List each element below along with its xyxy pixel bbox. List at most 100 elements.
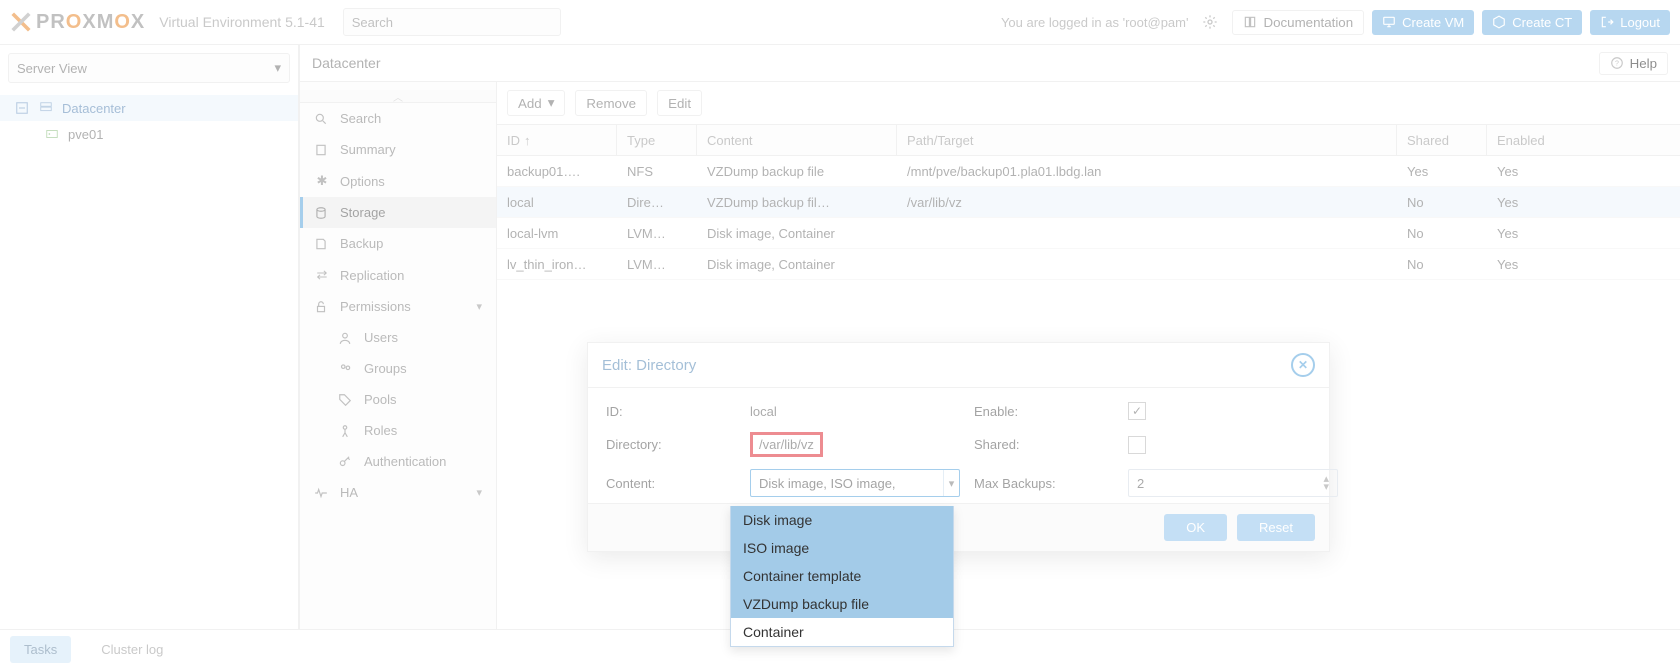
ok-button[interactable]: OK [1164,514,1227,541]
male-icon [338,424,354,438]
add-button[interactable]: Add ▾ [507,90,565,116]
help-label: Help [1630,56,1657,71]
chevron-down-icon: ▾ [548,95,555,111]
side-roles[interactable]: Roles [300,415,496,446]
col-id[interactable]: ID ↑ [497,125,617,155]
ok-label: OK [1186,520,1205,535]
side-replication[interactable]: ⇄ Replication [300,259,496,291]
side-permissions-label: Permissions [340,299,411,314]
cell-path: /var/lib/vz [897,195,1397,210]
dropdown-option[interactable]: Container template [731,562,953,590]
dialog-titlebar[interactable]: Edit: Directory ✕ [588,343,1329,388]
shared-checkbox[interactable] [1128,436,1146,454]
enable-label: Enable: [974,404,1114,419]
col-path[interactable]: Path/Target [897,125,1397,155]
table-row[interactable]: lv_thin_iron…LVM…Disk image, ContainerNo… [497,249,1680,280]
table-row[interactable]: local-lvmLVM…Disk image, ContainerNoYes [497,218,1680,249]
side-search[interactable]: Search [300,103,496,134]
table-row[interactable]: localDire…VZDump backup fil…/var/lib/vzN… [497,187,1680,218]
side-users[interactable]: Users [300,322,496,353]
col-enabled-label: Enabled [1497,133,1545,148]
top-bar: PROXMOX Virtual Environment 5.1-41 You a… [0,0,1680,45]
enable-checkbox[interactable]: ✓ [1128,402,1146,420]
side-storage[interactable]: Storage [300,197,496,228]
cell-content: VZDump backup fil… [697,195,897,210]
add-label: Add [518,96,542,111]
spinner-icon[interactable]: ▴▾ [1323,475,1329,491]
close-icon[interactable]: ✕ [1291,353,1315,377]
dropdown-option[interactable]: VZDump backup file [731,590,953,618]
table-row[interactable]: backup01….NFSVZDump backup file/mnt/pve/… [497,156,1680,187]
view-selector-label: Server View [17,61,87,76]
cell-shared: No [1397,226,1487,241]
side-replication-label: Replication [340,268,404,283]
col-content-label: Content [707,133,753,148]
chevron-down-icon[interactable]: ▾ [943,470,959,496]
edit-label: Edit [668,96,691,111]
help-button[interactable]: ? Help [1599,52,1668,75]
cell-id: backup01…. [497,164,617,179]
remove-label: Remove [586,96,636,111]
col-shared[interactable]: Shared [1397,125,1487,155]
create-vm-button[interactable]: Create VM [1372,10,1474,35]
logout-label: Logout [1620,15,1660,30]
edit-directory-dialog: Edit: Directory ✕ ID: local Enable: ✓ Di… [587,342,1330,552]
side-groups-label: Groups [364,361,407,376]
monitor-icon [1382,15,1396,29]
dropdown-option[interactable]: Disk image [731,506,953,534]
page-title: Datacenter [312,55,380,71]
logo-mark-icon [10,11,32,33]
tab-cluster-log[interactable]: Cluster log [87,636,177,663]
cell-content: Disk image, Container [697,257,897,272]
side-pools[interactable]: Pools [300,384,496,415]
maxbackups-input[interactable]: 2 ▴▾ [1128,469,1338,497]
maxbackups-label: Max Backups: [974,476,1114,491]
remove-button[interactable]: Remove [575,90,647,116]
cell-enabled: Yes [1487,164,1577,179]
content-combo[interactable]: ▾ [750,469,960,497]
logout-button[interactable]: Logout [1590,10,1670,35]
side-summary[interactable]: Summary [300,134,496,165]
documentation-button[interactable]: Documentation [1232,10,1364,35]
dialog-title: Edit: Directory [602,357,696,374]
tree-datacenter[interactable]: Datacenter [0,95,298,121]
panel-collapse-handle[interactable]: ︿ [300,90,496,103]
documentation-label: Documentation [1263,15,1353,30]
reset-button[interactable]: Reset [1237,514,1315,541]
tree-root-label: Datacenter [62,101,126,116]
chevron-down-icon: ▾ [476,486,482,499]
logout-icon [1600,15,1614,29]
user-icon [338,331,354,345]
side-groups[interactable]: Groups [300,353,496,384]
side-options-label: Options [340,174,385,189]
cell-shared: No [1397,195,1487,210]
side-authentication[interactable]: Authentication [300,446,496,477]
edit-button[interactable]: Edit [657,90,702,116]
view-selector[interactable]: Server View ▾ [8,53,290,83]
directory-value: /var/lib/vz [750,432,823,457]
table-header: ID ↑ Type Content Path/Target Shared Ena… [497,125,1680,156]
search-input[interactable] [343,8,561,36]
content-combo-input[interactable] [751,476,943,491]
content-dropdown[interactable]: Disk imageISO imageContainer templateVZD… [730,506,954,647]
col-type[interactable]: Type [617,125,697,155]
gear-icon[interactable] [1202,14,1218,30]
cell-type: LVM… [617,226,697,241]
create-ct-button[interactable]: Create CT [1482,10,1582,35]
unlock-icon [314,300,330,314]
col-enabled[interactable]: Enabled [1487,125,1577,155]
sync-icon: ⇄ [314,267,330,283]
dropdown-option[interactable]: Container [731,618,953,646]
storage-table: ID ↑ Type Content Path/Target Shared Ena… [497,125,1680,280]
side-ha[interactable]: HA ▾ [300,477,496,508]
side-backup[interactable]: Backup [300,228,496,259]
tree-node-pve01[interactable]: pve01 [0,121,298,147]
side-pools-label: Pools [364,392,397,407]
col-content[interactable]: Content [697,125,897,155]
tab-tasks[interactable]: Tasks [10,636,71,663]
nav-tree: Datacenter pve01 [0,91,298,151]
side-options[interactable]: ✱ Options [300,165,496,197]
side-permissions[interactable]: Permissions ▾ [300,291,496,322]
dropdown-option[interactable]: ISO image [731,534,953,562]
create-ct-label: Create CT [1512,15,1572,30]
